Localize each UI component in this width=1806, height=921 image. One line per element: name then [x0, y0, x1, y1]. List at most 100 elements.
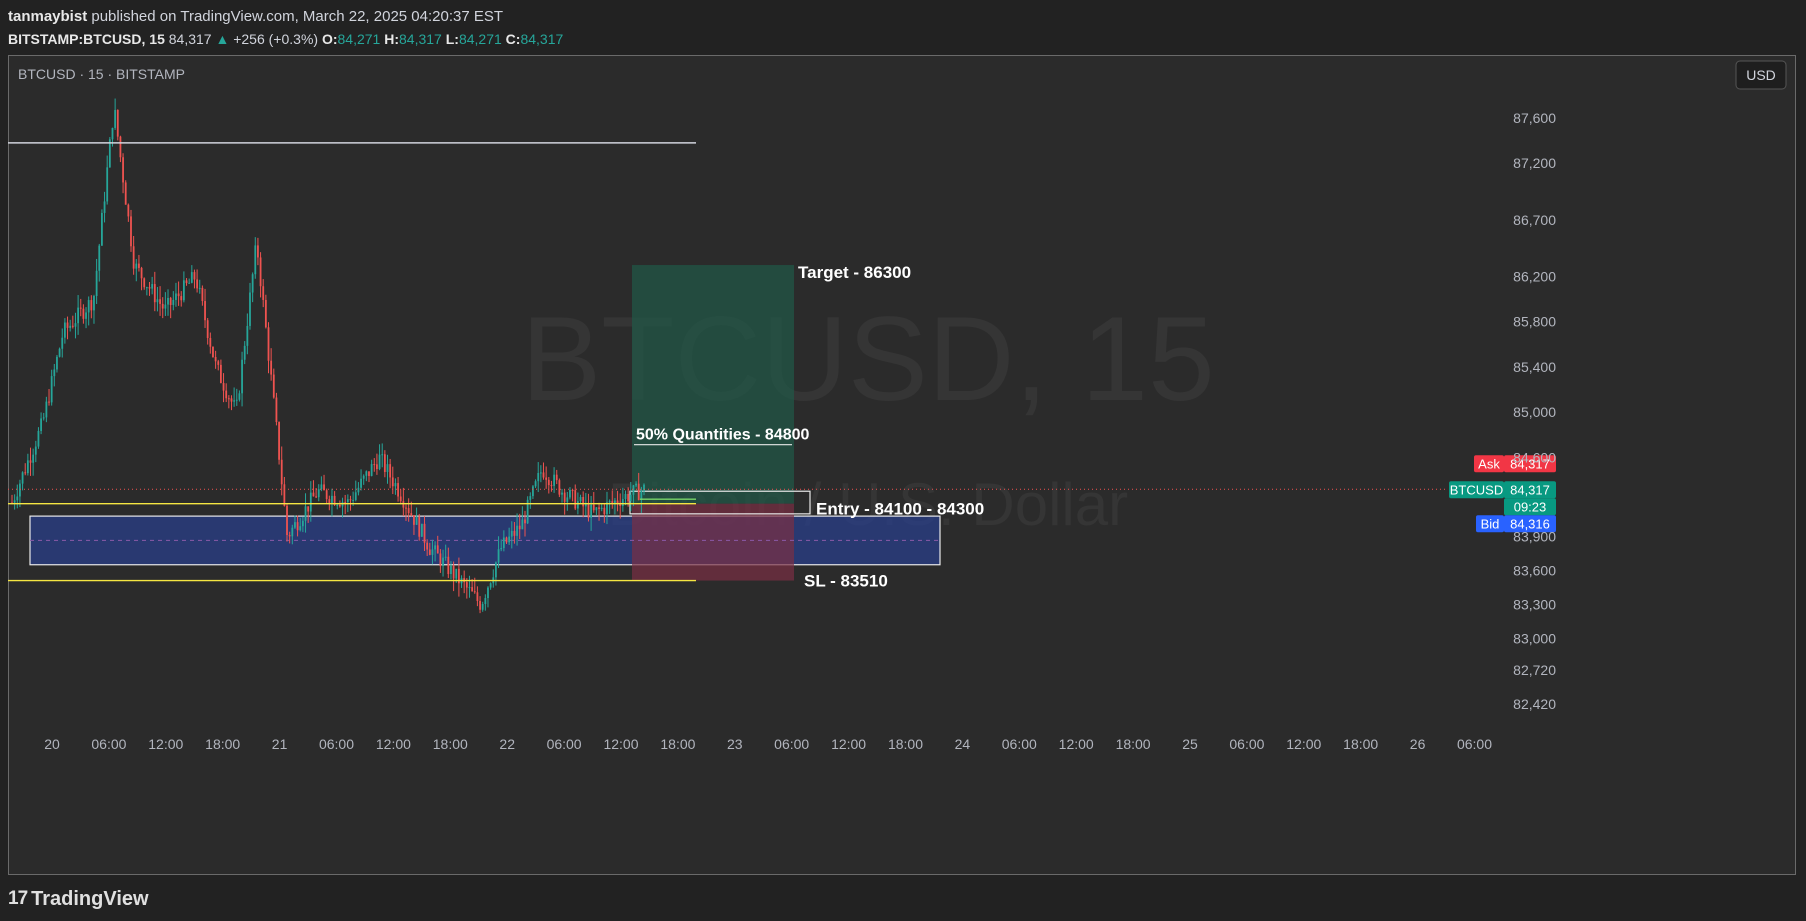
- candle-body: [423, 523, 426, 543]
- candle-body: [598, 507, 600, 510]
- candle-body: [251, 274, 254, 293]
- candle-body: [349, 499, 352, 501]
- candle-body: [362, 475, 365, 479]
- candle-body: [476, 592, 479, 602]
- candle-body: [143, 278, 146, 288]
- candle-body: [243, 345, 246, 360]
- x-tick-label: 12:00: [376, 736, 411, 752]
- symbol-tag-text: BTCUSD: [1450, 482, 1503, 497]
- ask-tag-text: Ask: [1478, 456, 1500, 471]
- candle-body: [138, 263, 140, 268]
- candle-body: [399, 496, 402, 502]
- y-tick-label: 86,200: [1513, 268, 1556, 284]
- candle-body: [502, 537, 505, 548]
- candle-body: [304, 506, 307, 521]
- candle-body: [294, 522, 296, 528]
- candle-body: [571, 490, 574, 492]
- candle-body: [590, 504, 593, 518]
- candle-body: [447, 556, 450, 575]
- candle-body: [555, 474, 558, 481]
- y-tick-label: 83,300: [1513, 596, 1556, 612]
- candle-body: [188, 282, 191, 284]
- x-tick-label: 24: [955, 736, 971, 752]
- candle-body: [629, 494, 632, 502]
- footer-brand[interactable]: 17 TradingView: [8, 884, 149, 914]
- x-tick-label: 18:00: [660, 736, 695, 752]
- candle-body: [415, 516, 418, 525]
- x-tick-label: 20: [44, 736, 60, 752]
- candle-body: [317, 489, 320, 498]
- candle-body: [85, 312, 87, 319]
- candle-body: [161, 303, 164, 309]
- x-tick-label: 25: [1182, 736, 1198, 752]
- target-label: Target - 86300: [798, 263, 911, 282]
- candle-body: [407, 508, 410, 514]
- x-tick-label: 06:00: [1002, 736, 1037, 752]
- candle-body: [442, 557, 444, 567]
- candle-body: [249, 292, 251, 326]
- y-tick-label: 83,600: [1513, 562, 1556, 578]
- candle-body: [222, 382, 225, 391]
- candle-body: [561, 492, 563, 495]
- candle-body: [93, 296, 95, 311]
- candle-body: [344, 501, 347, 503]
- candle-body: [16, 496, 19, 501]
- candle-body: [288, 535, 291, 537]
- candle-body: [238, 393, 241, 400]
- candle-body: [278, 422, 280, 460]
- candle-body: [487, 587, 489, 599]
- candle-body: [159, 299, 161, 304]
- countdown-tag-text: 09:23: [1514, 499, 1547, 514]
- candle-body: [439, 553, 442, 567]
- candle-body: [516, 525, 518, 536]
- candle-body: [431, 549, 434, 555]
- candle-body: [386, 464, 389, 473]
- candle-body: [130, 216, 132, 247]
- candle-body: [576, 501, 579, 509]
- open-label: O:: [321, 31, 338, 47]
- author-name[interactable]: tanmaybist: [8, 8, 87, 25]
- candle-body: [444, 556, 447, 558]
- sl-label: SL - 83510: [804, 572, 888, 591]
- candle-body: [296, 522, 299, 531]
- candle-body: [312, 492, 315, 497]
- x-tick-label: 12:00: [603, 736, 638, 752]
- candle-body: [354, 492, 357, 500]
- open-value: 84,271: [337, 31, 381, 47]
- candle-body: [299, 526, 302, 531]
- candle-body: [56, 356, 58, 370]
- candle-body: [370, 464, 373, 476]
- candle-body: [450, 565, 452, 575]
- x-tick-label: 12:00: [831, 736, 866, 752]
- candle-body: [420, 523, 423, 537]
- candle-body: [182, 280, 185, 301]
- candle-body: [254, 245, 257, 275]
- candle-body: [611, 501, 614, 504]
- x-tick-label: 18:00: [205, 736, 240, 752]
- candle-body: [180, 296, 183, 301]
- x-tick-label: 06:00: [1229, 736, 1264, 752]
- candle-body: [169, 297, 172, 305]
- candle-body: [328, 499, 331, 504]
- candle-body: [270, 360, 273, 375]
- currency-button[interactable]: USD: [1735, 60, 1787, 90]
- candle-body: [376, 464, 378, 470]
- candle-body: [63, 322, 66, 338]
- candle-body: [391, 477, 394, 487]
- candle-body: [34, 446, 37, 455]
- candle-body: [352, 499, 355, 501]
- countdown-tag: 09:23: [1504, 498, 1556, 516]
- candle-body: [637, 483, 640, 501]
- candle-body: [79, 307, 82, 309]
- price-chart[interactable]: BTCUSD, 15 Bitcoin / U.S. Dollar Target …: [8, 55, 1796, 875]
- candle-body: [153, 284, 156, 303]
- candle-body: [45, 401, 48, 418]
- candle-body: [624, 493, 627, 500]
- candle-body: [235, 399, 238, 401]
- candle-body: [481, 604, 484, 610]
- target-zone: [632, 265, 794, 504]
- candle-body: [539, 472, 542, 474]
- candle-body: [82, 308, 85, 319]
- candle-body: [101, 212, 103, 246]
- candle-body: [373, 464, 376, 466]
